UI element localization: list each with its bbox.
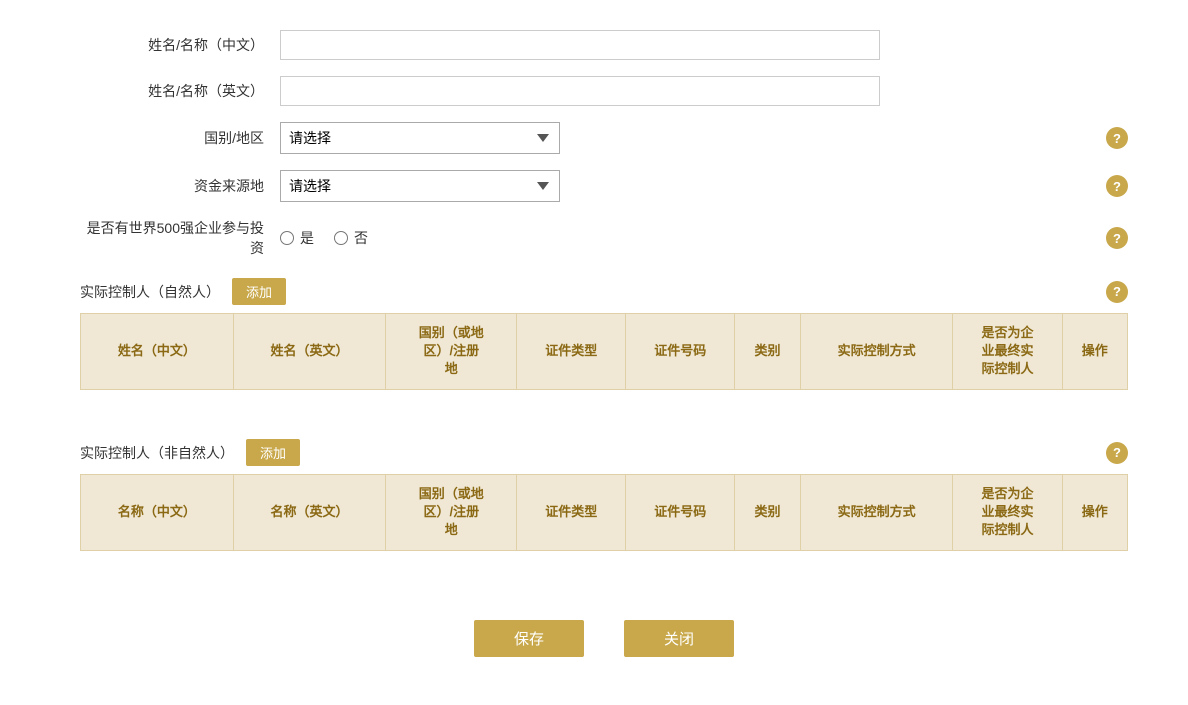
natural-person-table: 姓名（中文） 姓名（英文） 国别（或地区）/注册地 证件类型 证件号码 类别 实… bbox=[80, 313, 1128, 419]
natural-person-help-icon[interactable]: ? bbox=[1106, 281, 1128, 303]
fortune500-label: 是否有世界500强企业参与投资 bbox=[80, 218, 280, 258]
non-natural-person-table-header-row: 名称（中文） 名称（英文） 国别（或地区）/注册地 证件类型 证件号码 类别 实… bbox=[81, 475, 1128, 551]
natural-person-col-name-cn: 姓名（中文） bbox=[81, 314, 234, 390]
country-select[interactable]: 请选择 bbox=[280, 122, 560, 154]
name-cn-row: 姓名/名称（中文） bbox=[80, 30, 1128, 60]
natural-person-table-header-row: 姓名（中文） 姓名（英文） 国别（或地区）/注册地 证件类型 证件号码 类别 实… bbox=[81, 314, 1128, 390]
name-cn-input[interactable] bbox=[280, 30, 880, 60]
fund-source-help-icon[interactable]: ? bbox=[1106, 175, 1128, 197]
name-en-label: 姓名/名称（英文） bbox=[80, 81, 280, 101]
non-natural-person-empty-row bbox=[81, 550, 1128, 580]
natural-person-col-final-controller: 是否为企业最终实际控制人 bbox=[953, 314, 1062, 390]
non-natural-person-col-cert-num: 证件号码 bbox=[626, 475, 735, 551]
close-button[interactable]: 关闭 bbox=[624, 620, 734, 657]
country-row: 国别/地区 请选择 ? bbox=[80, 122, 1128, 154]
radio-no-item[interactable]: 否 bbox=[334, 228, 368, 248]
non-natural-person-col-final-controller: 是否为企业最终实际控制人 bbox=[953, 475, 1062, 551]
natural-person-title: 实际控制人（自然人） bbox=[80, 282, 220, 302]
non-natural-person-col-name-en: 名称（英文） bbox=[233, 475, 386, 551]
natural-person-col-country: 国别（或地区）/注册地 bbox=[386, 314, 517, 390]
non-natural-person-section-header: 实际控制人（非自然人） 添加 ? bbox=[80, 439, 1128, 466]
save-button[interactable]: 保存 bbox=[474, 620, 584, 657]
non-natural-person-col-operation: 操作 bbox=[1062, 475, 1128, 551]
natural-person-add-button[interactable]: 添加 bbox=[232, 278, 286, 305]
non-natural-person-table: 名称（中文） 名称（英文） 国别（或地区）/注册地 证件类型 证件号码 类别 实… bbox=[80, 474, 1128, 580]
radio-no-label: 否 bbox=[354, 228, 368, 248]
radio-yes-label: 是 bbox=[300, 228, 314, 248]
non-natural-person-col-category: 类别 bbox=[735, 475, 800, 551]
non-natural-person-col-country: 国别（或地区）/注册地 bbox=[386, 475, 517, 551]
country-help-icon[interactable]: ? bbox=[1106, 127, 1128, 149]
natural-person-col-category: 类别 bbox=[735, 314, 800, 390]
fund-source-select[interactable]: 请选择 bbox=[280, 170, 560, 202]
fortune500-radio-group: 是 否 bbox=[280, 228, 368, 248]
radio-no-input[interactable] bbox=[334, 231, 348, 245]
name-cn-label: 姓名/名称（中文） bbox=[80, 35, 280, 55]
bottom-buttons: 保存 关闭 bbox=[80, 620, 1128, 657]
natural-person-col-cert-num: 证件号码 bbox=[626, 314, 735, 390]
radio-yes-item[interactable]: 是 bbox=[280, 228, 314, 248]
non-natural-person-col-cert-type: 证件类型 bbox=[517, 475, 626, 551]
fund-source-label: 资金来源地 bbox=[80, 176, 280, 196]
fortune500-help-icon[interactable]: ? bbox=[1106, 227, 1128, 249]
name-en-input[interactable] bbox=[280, 76, 880, 106]
radio-yes-input[interactable] bbox=[280, 231, 294, 245]
natural-person-col-cert-type: 证件类型 bbox=[517, 314, 626, 390]
natural-person-col-name-en: 姓名（英文） bbox=[233, 314, 386, 390]
non-natural-person-col-control-method: 实际控制方式 bbox=[800, 475, 953, 551]
non-natural-person-title: 实际控制人（非自然人） bbox=[80, 443, 234, 463]
fund-source-row: 资金来源地 请选择 ? bbox=[80, 170, 1128, 202]
natural-person-col-operation: 操作 bbox=[1062, 314, 1128, 390]
natural-person-col-control-method: 实际控制方式 bbox=[800, 314, 953, 390]
natural-person-section-header: 实际控制人（自然人） 添加 ? bbox=[80, 278, 1128, 305]
country-label: 国别/地区 bbox=[80, 128, 280, 148]
name-en-row: 姓名/名称（英文） bbox=[80, 76, 1128, 106]
fortune500-row: 是否有世界500强企业参与投资 是 否 ? bbox=[80, 218, 1128, 258]
non-natural-person-help-icon[interactable]: ? bbox=[1106, 442, 1128, 464]
natural-person-empty-row bbox=[81, 389, 1128, 419]
non-natural-person-add-button[interactable]: 添加 bbox=[246, 439, 300, 466]
non-natural-person-col-name-cn: 名称（中文） bbox=[81, 475, 234, 551]
